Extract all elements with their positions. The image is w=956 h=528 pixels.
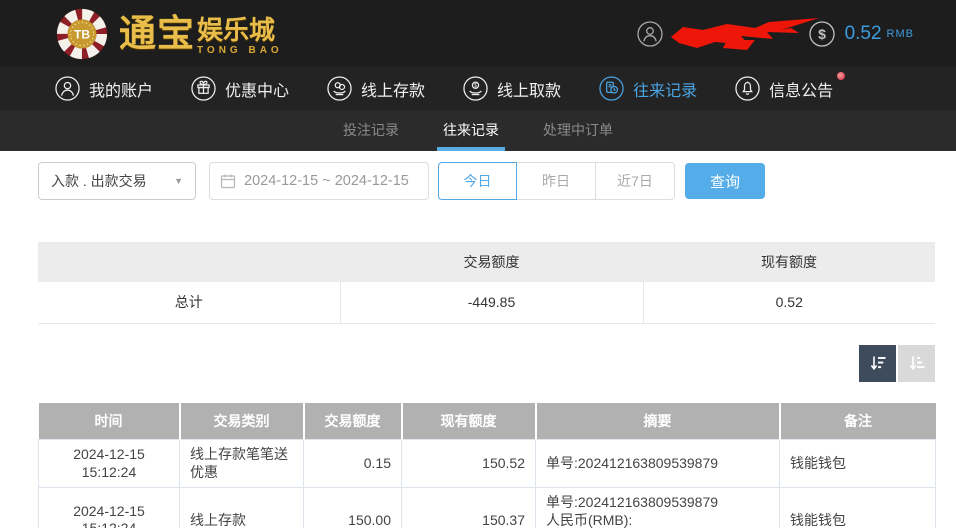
brand-name-secondary: 娱乐城 (197, 14, 276, 45)
header-balance: 现有额度 (401, 402, 537, 440)
transactions-header-row: 时间 交易类别 交易额度 现有额度 摘要 备注 (38, 402, 936, 440)
brand-text: 通宝 娱乐城 TONG BAO (119, 8, 283, 60)
nav-label: 我的账户 (89, 82, 154, 100)
balance-currency: RMB (886, 27, 914, 40)
today-button[interactable]: 今日 (438, 162, 517, 200)
notification-dot (837, 72, 846, 80)
summary-header-balance: 现有额度 (643, 242, 935, 282)
topbar-account-area: $ 0.52 RMB (636, 17, 914, 51)
records-clock-icon (599, 76, 624, 101)
cell-amount: 150.00 (303, 487, 402, 528)
withdraw-coin-icon: $ (463, 76, 488, 101)
svg-text:$: $ (474, 83, 477, 89)
cell-category: 线上存款 (179, 487, 304, 528)
nav-item-announcements[interactable]: 信息公告 (735, 72, 846, 101)
redacted-username (669, 17, 819, 51)
user-avatar-icon[interactable] (636, 20, 663, 47)
nav-item-transaction-records[interactable]: 往来记录 (599, 76, 697, 101)
chevron-down-icon: ▼ (174, 176, 183, 186)
summary-table: 交易额度 现有额度 总计 -449.85 0.52 (38, 242, 935, 324)
nav-label: 优惠中心 (225, 82, 290, 100)
cell-balance: 150.52 (401, 439, 536, 488)
nav-item-online-deposit[interactable]: 线上存款 (327, 76, 425, 101)
main-navigation: 我的账户 优惠中心 线上存款 $ 线上取款 往来记录 信息公告 (0, 67, 956, 110)
nav-label: 线上取款 (497, 82, 562, 100)
tab-pending-orders[interactable]: 处理中订单 (521, 110, 635, 151)
casino-chip-icon: TB (56, 8, 108, 59)
cell-amount: 0.15 (303, 439, 402, 488)
header-category: 交易类别 (179, 402, 305, 440)
query-button[interactable]: 查询 (685, 163, 765, 199)
nav-item-promotions[interactable]: 优惠中心 (191, 76, 289, 101)
cell-note: 钱能钱包 (779, 487, 936, 528)
yesterday-button[interactable]: 昨日 (517, 162, 596, 200)
table-row: 2024-12-15 15:12:24 线上存款笔笔送优惠 0.15 150.5… (38, 439, 936, 488)
nav-label: 信息公告 (769, 82, 834, 100)
sort-controls (38, 344, 935, 382)
table-row: 2024-12-15 15:12:24 线上存款 150.00 150.37 单… (38, 487, 936, 528)
tab-transaction-records[interactable]: 往来记录 (421, 110, 521, 151)
bell-icon (735, 76, 760, 101)
date-range-value: 2024-12-15 ~ 2024-12-15 (244, 173, 409, 189)
sort-descending-button[interactable] (859, 344, 896, 382)
sub-navigation: 投注记录 往来记录 处理中订单 (0, 110, 956, 151)
user-icon (55, 76, 80, 101)
sort-ascending-icon (909, 356, 924, 371)
header-time: 时间 (38, 402, 181, 440)
sort-descending-icon (870, 356, 885, 371)
cell-time: 2024-12-15 15:12:24 (38, 439, 180, 488)
cell-balance: 150.37 (401, 487, 536, 528)
nav-label: 往来记录 (633, 82, 698, 100)
nav-label: 线上存款 (361, 82, 426, 100)
transactions-table: 时间 交易类别 交易额度 现有额度 摘要 备注 2024-12-15 15:12… (38, 402, 936, 528)
header-amount: 交易额度 (303, 402, 403, 440)
header-note: 备注 (779, 402, 936, 440)
redaction-scribble (670, 17, 819, 50)
summary-total-row: 总计 -449.85 0.52 (38, 282, 935, 324)
cell-summary: 单号:202412163809539879 人民币(RMB): 150 (535, 487, 780, 528)
cell-category: 线上存款笔笔送优惠 (179, 439, 304, 488)
last-7-days-button[interactable]: 近7日 (596, 162, 675, 200)
header-summary: 摘要 (535, 402, 781, 440)
chip-label: TB (74, 27, 90, 41)
brand-logo[interactable]: TB 通宝 娱乐城 TONG BAO (55, 7, 283, 61)
selected-transaction-type: 入款 . 出款交易 (51, 173, 147, 189)
cell-time: 2024-12-15 15:12:24 (38, 487, 180, 528)
cell-summary: 单号:202412163809539879 (535, 439, 780, 488)
cell-note: 钱能钱包 (779, 439, 936, 488)
gift-icon (191, 76, 216, 101)
balance-amount: 0.52 (844, 22, 882, 44)
summary-header-blank (38, 242, 340, 282)
main-content: 入款 . 出款交易 ▼ 2024-12-15 ~ 2024-12-15 今日 昨… (0, 151, 956, 528)
total-balance: 0.52 (642, 282, 935, 324)
brand-name-primary: 通宝 (119, 12, 195, 54)
filter-bar: 入款 . 出款交易 ▼ 2024-12-15 ~ 2024-12-15 今日 昨… (38, 162, 935, 200)
date-range-input[interactable]: 2024-12-15 ~ 2024-12-15 (209, 162, 429, 200)
nav-item-my-account[interactable]: 我的账户 (55, 76, 153, 101)
quick-date-buttons: 今日 昨日 近7日 (438, 162, 675, 200)
tab-betting-records[interactable]: 投注记录 (321, 110, 421, 151)
brand-name-latin: TONG BAO (197, 44, 283, 56)
total-amount: -449.85 (339, 282, 643, 324)
deposit-coins-icon (327, 76, 352, 101)
calendar-icon (220, 174, 236, 189)
summary-header-amount: 交易额度 (340, 242, 643, 282)
total-label: 总计 (38, 282, 340, 324)
nav-item-online-withdrawal[interactable]: $ 线上取款 (463, 76, 561, 101)
sort-ascending-button[interactable] (898, 344, 935, 382)
transaction-type-select[interactable]: 入款 . 出款交易 ▼ (38, 162, 196, 200)
topbar: TB 通宝 娱乐城 TONG BAO $ 0.52 RMB (0, 0, 956, 67)
